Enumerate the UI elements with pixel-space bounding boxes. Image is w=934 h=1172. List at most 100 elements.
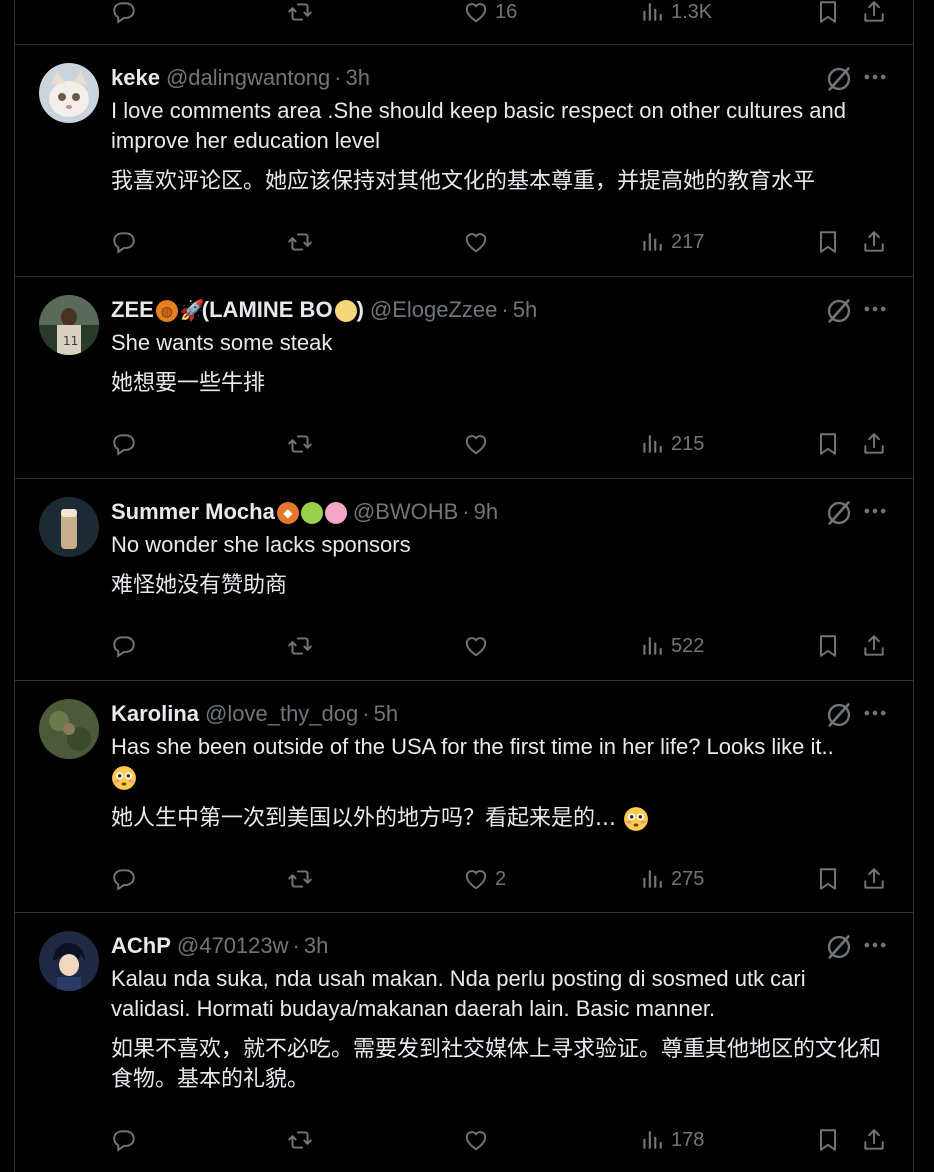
- more-icon[interactable]: [861, 295, 889, 323]
- reply-icon: [111, 866, 137, 892]
- like-button[interactable]: 2: [463, 864, 506, 894]
- retweet-button[interactable]: [287, 429, 313, 459]
- retweet-button[interactable]: [287, 631, 313, 661]
- views-button[interactable]: 1.3K: [639, 0, 712, 27]
- retweet-icon: [287, 633, 313, 659]
- grok-icon[interactable]: [825, 499, 853, 527]
- reply-post[interactable]: AChP @470123w · 3h Kalau nda suka, nda usa…: [15, 913, 913, 1172]
- handle[interactable]: @love_thy_dog: [205, 701, 358, 726]
- share-button[interactable]: [861, 0, 887, 27]
- bookmark-button[interactable]: [815, 429, 841, 459]
- share-icon: [861, 431, 887, 457]
- post-actions: 16 1.3K: [111, 0, 901, 27]
- heart-icon: [463, 866, 489, 892]
- share-button[interactable]: [861, 227, 887, 257]
- view-count: 178: [671, 1128, 705, 1151]
- display-name[interactable]: ZEE ◍ 🚀(LAMINE BO): [111, 297, 364, 323]
- timestamp[interactable]: 9h: [474, 499, 498, 524]
- retweet-button[interactable]: [287, 227, 313, 257]
- rocket-icon: 🚀: [179, 300, 205, 323]
- avatar[interactable]: 11: [39, 295, 99, 355]
- avatar[interactable]: [39, 497, 99, 557]
- handle[interactable]: @470123w: [177, 933, 289, 958]
- retweet-button[interactable]: [287, 0, 313, 27]
- views-button[interactable]: 522: [639, 631, 704, 661]
- bookmark-button[interactable]: [815, 864, 841, 894]
- views-button[interactable]: 178: [639, 1125, 704, 1155]
- display-name[interactable]: AChP: [111, 933, 171, 959]
- share-button[interactable]: [861, 429, 887, 459]
- bookmark-button[interactable]: [815, 631, 841, 661]
- views-icon: [639, 633, 665, 659]
- reply-button[interactable]: [111, 1125, 137, 1155]
- share-icon: [861, 0, 887, 25]
- more-icon[interactable]: [861, 63, 889, 91]
- retweet-icon: [287, 866, 313, 892]
- reply-button[interactable]: [111, 631, 137, 661]
- display-name[interactable]: keke: [111, 65, 160, 91]
- post-actions: 217: [111, 227, 901, 257]
- handle[interactable]: @BWOHB: [353, 499, 458, 524]
- timestamp[interactable]: 5h: [374, 701, 398, 726]
- views-button[interactable]: 215: [639, 429, 704, 459]
- display-name[interactable]: Karolina: [111, 701, 199, 727]
- grok-icon[interactable]: [825, 933, 853, 961]
- reply-post[interactable]: Karolina @love_thy_dog · 5h Has she been o…: [15, 681, 913, 912]
- reply-button[interactable]: [111, 227, 137, 257]
- post-actions: 178: [111, 1125, 901, 1155]
- view-count: 275: [671, 867, 705, 890]
- post-header: Karolina @love_thy_dog · 5h: [111, 701, 399, 727]
- post-text: No wonder she lacks sponsors: [111, 532, 411, 557]
- bookmark-button[interactable]: [815, 227, 841, 257]
- display-name[interactable]: Summer Mocha ◆: [111, 499, 347, 525]
- timestamp[interactable]: 3h: [304, 933, 328, 958]
- retweet-button[interactable]: [287, 864, 313, 894]
- reply-icon: [111, 0, 137, 25]
- more-icon[interactable]: [861, 699, 889, 727]
- bookmark-button[interactable]: [815, 1125, 841, 1155]
- handle[interactable]: @dalingwantong: [166, 65, 330, 90]
- heart-icon: [463, 229, 489, 255]
- more-icon[interactable]: [861, 497, 889, 525]
- grok-icon[interactable]: [825, 65, 853, 93]
- views-button[interactable]: 217: [639, 227, 704, 257]
- heart-icon: [463, 0, 489, 25]
- timestamp[interactable]: 3h: [346, 65, 370, 90]
- more-icon[interactable]: [861, 931, 889, 959]
- views-icon: [639, 431, 665, 457]
- like-count: 2: [495, 867, 507, 890]
- retweet-icon: [287, 0, 313, 25]
- retweet-button[interactable]: [287, 1125, 313, 1155]
- reply-button[interactable]: [111, 0, 137, 27]
- like-button[interactable]: [463, 1125, 495, 1155]
- avatar[interactable]: [39, 699, 99, 759]
- views-button[interactable]: 275: [639, 864, 704, 894]
- share-button[interactable]: [861, 864, 887, 894]
- reply-button[interactable]: [111, 429, 137, 459]
- reply-post[interactable]: Summer Mocha ◆ @BWOHB · 9h No wonder she la…: [15, 479, 913, 680]
- share-button[interactable]: [861, 1125, 887, 1155]
- grok-icon[interactable]: [825, 701, 853, 729]
- bookmark-button[interactable]: [815, 0, 841, 27]
- reply-button[interactable]: [111, 864, 137, 894]
- like-button[interactable]: [463, 227, 495, 257]
- handle[interactable]: @ElogeZzee: [370, 297, 498, 322]
- reply-post[interactable]: 11 ZEE ◍ 🚀(LAMINE BO) @ElogeZzee · 5h She wa…: [15, 277, 913, 478]
- like-button[interactable]: [463, 429, 495, 459]
- avatar[interactable]: [39, 63, 99, 123]
- timestamp[interactable]: 5h: [513, 297, 537, 322]
- bookmark-icon: [815, 1127, 841, 1153]
- avatar[interactable]: [39, 931, 99, 991]
- view-count: 217: [671, 230, 705, 253]
- reply-post[interactable]: keke @dalingwantong · 3h I love comments a…: [15, 45, 913, 276]
- like-button[interactable]: [463, 631, 495, 661]
- post-header: keke @dalingwantong · 3h: [111, 65, 370, 91]
- bookmark-icon: [815, 0, 841, 25]
- share-button[interactable]: [861, 631, 887, 661]
- like-button[interactable]: 16: [463, 0, 517, 27]
- post-actions: 522: [111, 631, 901, 661]
- post-text: I love comments area .She should keep ba…: [111, 98, 846, 153]
- post-translation: 如果不喜欢，就不必吃。需要发到社交媒体上寻求验证。尊重其他地区的文化和食物。基本…: [111, 1037, 882, 1092]
- heart-icon: [463, 1127, 489, 1153]
- grok-icon[interactable]: [825, 297, 853, 325]
